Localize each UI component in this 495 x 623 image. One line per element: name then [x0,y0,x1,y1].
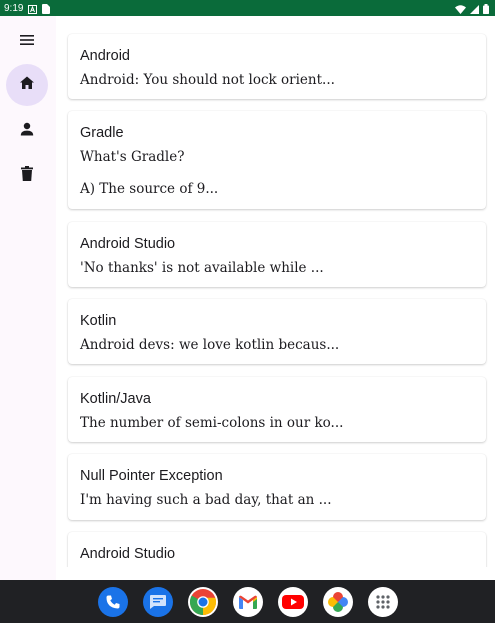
photos-app-icon[interactable] [323,587,353,617]
person-icon [20,121,34,140]
note-title: Kotlin/Java [80,391,151,407]
delete-icon [21,165,33,185]
note-preview: Android devs: we love kotlin becaus... [80,337,340,353]
note-card[interactable]: Android Studio 'No thanks' is not availa… [68,222,486,287]
note-title: Gradle [80,125,124,141]
note-card[interactable]: Kotlin Android devs: we love kotlin beca… [68,299,486,364]
note-preview: The number of semi-colons in our ko... [80,415,344,431]
sim-card-icon [42,0,51,18]
note-title: Null Pointer Exception [80,468,223,484]
note-preview: 'No thanks' is not available while ... [80,260,324,276]
nav-profile-button[interactable] [6,109,48,151]
note-preview: What's Gradle? [80,149,185,165]
phone-app-icon[interactable] [98,587,128,617]
status-time: 9:19 [4,2,24,14]
note-preview: I'm having such a bad day, that an ... [80,492,332,508]
menu-button[interactable] [6,19,48,61]
note-card[interactable]: Null Pointer Exception I'm having such a… [68,454,486,520]
note-preview: Android: You should not lock orient... [80,72,335,88]
note-card[interactable]: Android Android: You should not lock ori… [68,34,486,99]
nav-delete-button[interactable] [6,154,48,196]
note-title: Android Studio [80,236,176,252]
gmail-app-icon[interactable] [233,587,263,617]
note-title: Kotlin [80,313,117,329]
app-drawer-icon[interactable] [368,587,398,617]
home-icon [19,75,35,95]
notification-a-icon [28,0,38,18]
app-dock [0,580,495,623]
notes-list[interactable]: Android Android: You should not lock ori… [56,16,495,567]
signal-icon [470,0,479,18]
note-title: Android [80,48,130,64]
messages-app-icon[interactable] [143,587,173,617]
menu-icon [19,31,35,50]
note-preview-line-2: A) The source of 9... [80,181,219,197]
note-card[interactable]: Kotlin/Java The number of semi-colons in… [68,377,486,442]
nav-home-button[interactable] [6,64,48,106]
note-title: Android Studio [80,546,176,562]
battery-icon [483,0,489,18]
chrome-app-icon[interactable] [188,587,218,617]
navigation-rail [0,16,56,580]
youtube-app-icon[interactable] [278,587,308,617]
note-card[interactable]: Gradle What's Gradle? A) The source of 9… [68,111,486,209]
wifi-icon [455,0,466,18]
note-card[interactable]: Android Studio [68,532,486,567]
status-bar: 9:19 [0,0,495,16]
